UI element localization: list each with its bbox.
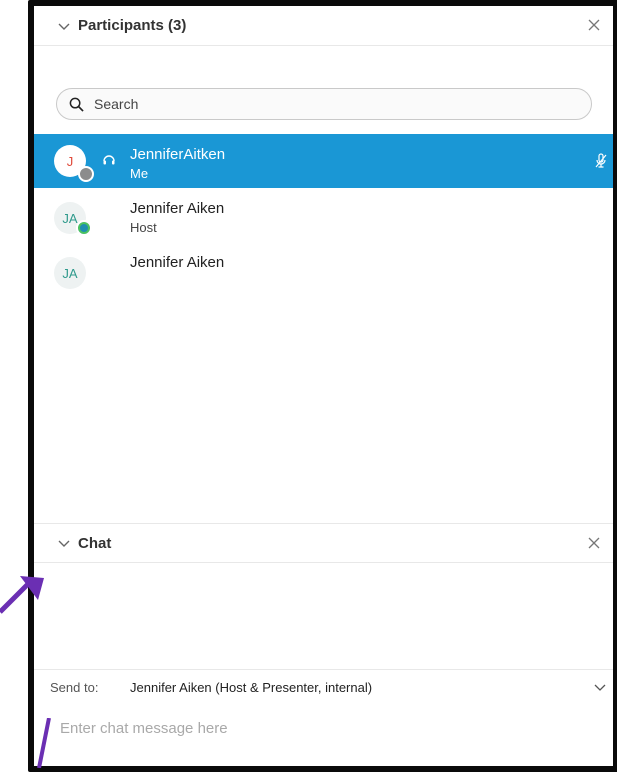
status-dot-icon	[78, 166, 94, 182]
webex-side-panel: Participants (3) J JenniferAitken Me	[28, 0, 617, 772]
close-icon[interactable]	[587, 536, 601, 550]
headset-icon	[103, 155, 115, 165]
chat-message-input[interactable]	[58, 712, 582, 744]
avatar: JA	[54, 257, 86, 289]
participant-role: Me	[130, 166, 149, 181]
search-input[interactable]	[92, 95, 576, 113]
chevron-down-icon[interactable]	[56, 18, 72, 34]
send-to-select[interactable]: Jennifer Aiken (Host & Presenter, intern…	[130, 680, 372, 695]
chevron-down-icon[interactable]	[593, 680, 607, 694]
participant-row-host[interactable]: JA Jennifer Aiken Host	[34, 196, 613, 250]
participant-search[interactable]	[56, 88, 592, 120]
participants-title: Participants (3)	[78, 17, 187, 34]
status-dot-icon	[76, 220, 92, 236]
participant-role: Host	[130, 220, 157, 235]
participant-name: Jennifer Aiken	[130, 200, 225, 217]
microphone-muted-icon[interactable]	[595, 153, 607, 169]
chevron-down-icon[interactable]	[56, 535, 72, 551]
participant-name: JenniferAitken	[130, 146, 226, 163]
close-icon[interactable]	[587, 18, 601, 32]
chat-header[interactable]: Chat	[34, 523, 613, 563]
send-to-label: Send to:	[50, 680, 99, 695]
chat-title: Chat	[78, 534, 112, 552]
participant-name: Jennifer Aiken	[130, 254, 225, 271]
chat-messages-area	[34, 569, 613, 670]
participants-header[interactable]: Participants (3)	[34, 6, 613, 46]
participant-row-me[interactable]: J JenniferAitken Me	[34, 134, 613, 188]
search-icon	[69, 97, 84, 112]
participant-row[interactable]: JA Jennifer Aiken	[34, 250, 613, 304]
